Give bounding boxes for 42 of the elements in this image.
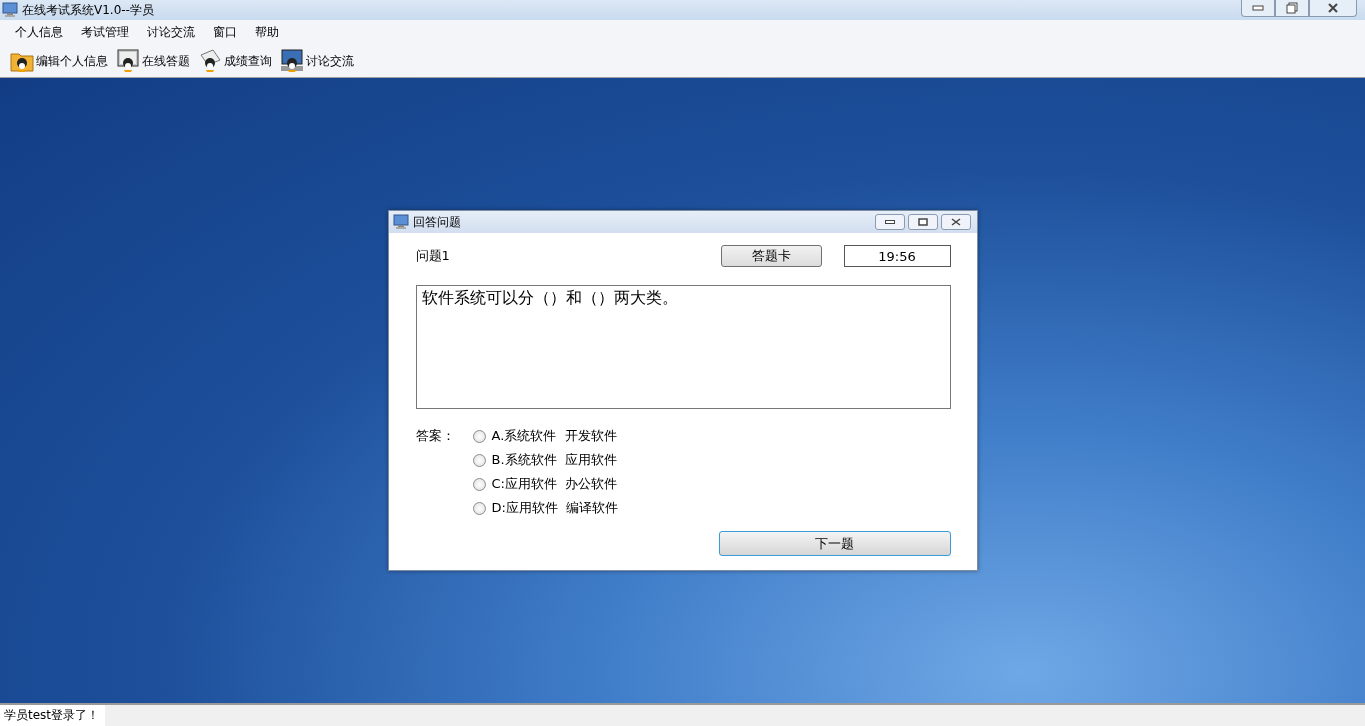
answer-label: 答案：: [415, 427, 456, 445]
document-icon: [198, 49, 222, 73]
close-icon: [950, 218, 961, 226]
question-text-box: 软件系统可以分（）和（）两大类。: [415, 285, 951, 409]
status-text: 学员test登录了！: [0, 705, 106, 726]
radio-button[interactable]: [472, 453, 486, 467]
menu-item[interactable]: 窗口: [204, 22, 246, 43]
menu-item[interactable]: 个人信息: [6, 22, 72, 43]
close-icon: [1327, 3, 1339, 13]
window-icon: [392, 214, 409, 230]
radio-button[interactable]: [472, 501, 486, 515]
timer-field: 19:56: [843, 245, 951, 267]
toolbar-button[interactable]: 在线答题: [142, 52, 190, 70]
answer-card-button[interactable]: 答题卡: [720, 245, 822, 267]
monitor-icon: [116, 49, 140, 73]
maximize-icon: [917, 218, 928, 226]
menu-item[interactable]: 讨论交流: [138, 22, 204, 43]
menu-item[interactable]: 帮助: [246, 22, 288, 43]
toolbar-button[interactable]: 成绩查询: [224, 52, 272, 70]
close-button[interactable]: [1309, 0, 1357, 17]
restore-icon: [1286, 2, 1298, 14]
minimize-button[interactable]: [874, 214, 905, 230]
monitor-icon: [280, 49, 304, 73]
window-title: 在线考试系统V1.0--学员: [22, 1, 154, 19]
toolbar-button[interactable]: 讨论交流: [306, 52, 354, 70]
option-label[interactable]: C:应用软件 办公软件: [491, 475, 618, 493]
option-label[interactable]: D:应用软件 编译软件: [491, 499, 619, 517]
dialog-title: 回答问题: [412, 213, 461, 231]
app-icon: [2, 2, 18, 18]
restore-button[interactable]: [1275, 0, 1309, 17]
maximize-button[interactable]: [907, 214, 938, 230]
minimize-icon: [884, 220, 895, 224]
question-label: 问题1: [415, 247, 450, 265]
option-label[interactable]: A.系统软件 开发软件: [491, 427, 617, 445]
menu-item[interactable]: 考试管理: [72, 22, 138, 43]
radio-button[interactable]: [472, 429, 486, 443]
radio-button[interactable]: [472, 477, 486, 491]
minimize-icon: [1252, 5, 1264, 11]
close-button[interactable]: [940, 214, 971, 230]
toolbar-button[interactable]: 编辑个人信息: [36, 52, 108, 70]
next-button[interactable]: 下一题: [718, 531, 951, 556]
option-label[interactable]: B.系统软件 应用软件: [491, 451, 617, 469]
